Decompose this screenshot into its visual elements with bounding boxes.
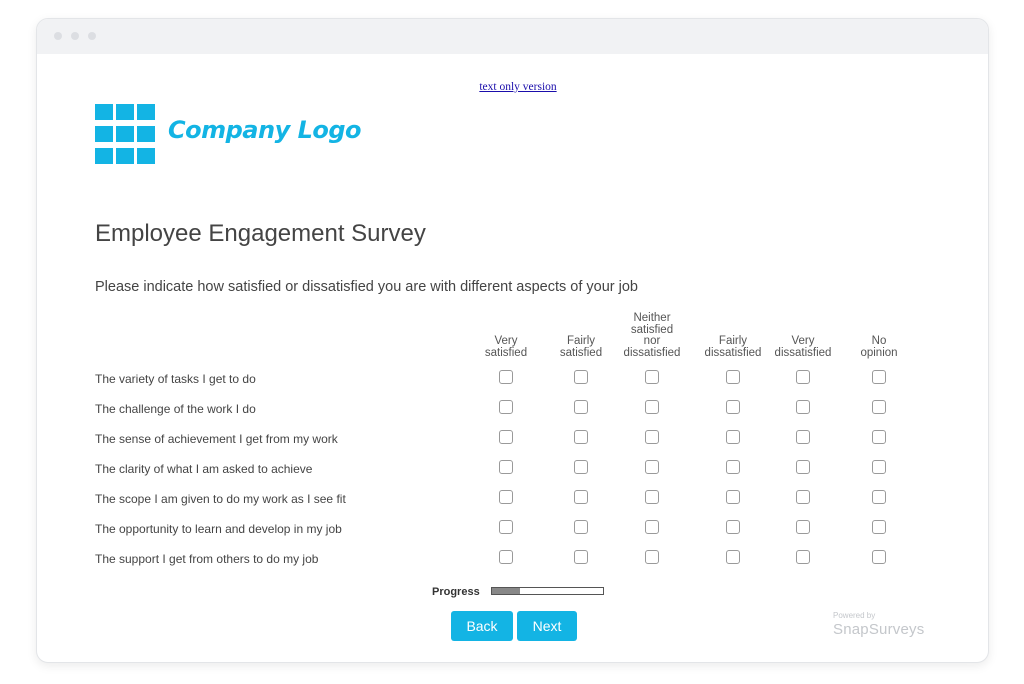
rating-checkbox[interactable] <box>726 460 740 474</box>
rating-checkbox[interactable] <box>645 490 659 504</box>
column-header-line: satisfied <box>484 346 528 359</box>
progress-bar-fill <box>492 588 520 594</box>
rating-checkbox[interactable] <box>726 550 740 564</box>
rating-checkbox[interactable] <box>645 430 659 444</box>
window-dot-icon <box>71 32 79 40</box>
rating-checkbox[interactable] <box>872 460 886 474</box>
row-label: The sense of achievement I get from my w… <box>95 432 338 446</box>
text-only-version-link[interactable]: text only version <box>468 81 568 93</box>
rating-checkbox[interactable] <box>645 370 659 384</box>
next-button[interactable]: Next <box>517 611 577 641</box>
back-button[interactable]: Back <box>451 611 513 641</box>
rating-checkbox[interactable] <box>872 490 886 504</box>
column-header: Fairly satisfied <box>559 335 603 359</box>
survey-page: text only version Company Logo Employee … <box>37 54 988 662</box>
rating-checkbox[interactable] <box>645 550 659 564</box>
rating-checkbox[interactable] <box>872 370 886 384</box>
column-header-line: dissatisfied <box>623 346 681 359</box>
column-header: Very dissatisfied <box>774 335 832 359</box>
rating-checkbox[interactable] <box>645 400 659 414</box>
question-instructions: Please indicate how satisfied or dissati… <box>95 279 638 295</box>
rating-checkbox[interactable] <box>872 400 886 414</box>
window-titlebar <box>37 19 988 54</box>
rating-checkbox[interactable] <box>645 460 659 474</box>
rating-checkbox[interactable] <box>726 370 740 384</box>
window-dot-icon <box>88 32 96 40</box>
rating-checkbox[interactable] <box>574 490 588 504</box>
column-header: Neither satisfied nor dissatisfied <box>623 312 681 359</box>
row-label: The challenge of the work I do <box>95 402 256 416</box>
rating-checkbox[interactable] <box>499 490 513 504</box>
rating-checkbox[interactable] <box>726 490 740 504</box>
rating-checkbox[interactable] <box>726 430 740 444</box>
company-logo-text: Company Logo <box>168 116 362 144</box>
column-header-line: Very <box>791 335 815 347</box>
column-header-line: Very <box>494 335 518 347</box>
row-label: The clarity of what I am asked to achiev… <box>95 462 313 476</box>
column-header-line: nor <box>643 335 661 347</box>
rating-checkbox[interactable] <box>872 430 886 444</box>
rating-checkbox[interactable] <box>499 370 513 384</box>
progress-label: Progress <box>432 586 480 598</box>
rating-checkbox[interactable] <box>796 400 810 414</box>
rating-checkbox[interactable] <box>796 520 810 534</box>
snap-surveys-logo: SnapSurveys <box>833 621 925 638</box>
rating-checkbox[interactable] <box>499 520 513 534</box>
browser-window: text only version Company Logo Employee … <box>36 18 989 663</box>
rating-checkbox[interactable] <box>645 520 659 534</box>
rating-checkbox[interactable] <box>499 430 513 444</box>
column-header: Very satisfied <box>484 335 528 359</box>
rating-checkbox[interactable] <box>574 430 588 444</box>
rating-checkbox[interactable] <box>796 430 810 444</box>
powered-by-label: Powered by <box>833 611 876 620</box>
rating-checkbox[interactable] <box>872 520 886 534</box>
column-header: No opinion <box>860 335 898 359</box>
column-header-line: No <box>871 335 887 347</box>
progress-bar <box>491 587 604 595</box>
rating-checkbox[interactable] <box>574 520 588 534</box>
column-header-line: satisfied <box>559 346 603 359</box>
rating-checkbox[interactable] <box>574 460 588 474</box>
rating-checkbox[interactable] <box>499 550 513 564</box>
row-label: The scope I am given to do my work as I … <box>95 492 346 506</box>
row-label: The opportunity to learn and develop in … <box>95 522 342 536</box>
company-logo-icon <box>95 104 155 164</box>
page-title: Employee Engagement Survey <box>95 220 426 247</box>
row-label: The support I get from others to do my j… <box>95 552 319 566</box>
window-dot-icon <box>54 32 62 40</box>
rating-checkbox[interactable] <box>574 400 588 414</box>
rating-checkbox[interactable] <box>796 490 810 504</box>
column-header-line: dissatisfied <box>704 346 762 359</box>
column-header: Fairly dissatisfied <box>704 335 762 359</box>
rating-checkbox[interactable] <box>726 520 740 534</box>
column-header-line: dissatisfied <box>774 346 832 359</box>
rating-checkbox[interactable] <box>796 550 810 564</box>
rating-checkbox[interactable] <box>499 400 513 414</box>
rating-checkbox[interactable] <box>796 370 810 384</box>
row-label: The variety of tasks I get to do <box>95 372 256 386</box>
column-header-line: Fairly <box>566 335 596 347</box>
rating-checkbox[interactable] <box>499 460 513 474</box>
rating-checkbox[interactable] <box>872 550 886 564</box>
rating-checkbox[interactable] <box>574 370 588 384</box>
column-header-line: Fairly <box>718 335 748 347</box>
rating-checkbox[interactable] <box>726 400 740 414</box>
column-header-line: Neither <box>633 312 671 324</box>
rating-checkbox[interactable] <box>796 460 810 474</box>
column-header-line: opinion <box>860 346 898 359</box>
rating-checkbox[interactable] <box>574 550 588 564</box>
